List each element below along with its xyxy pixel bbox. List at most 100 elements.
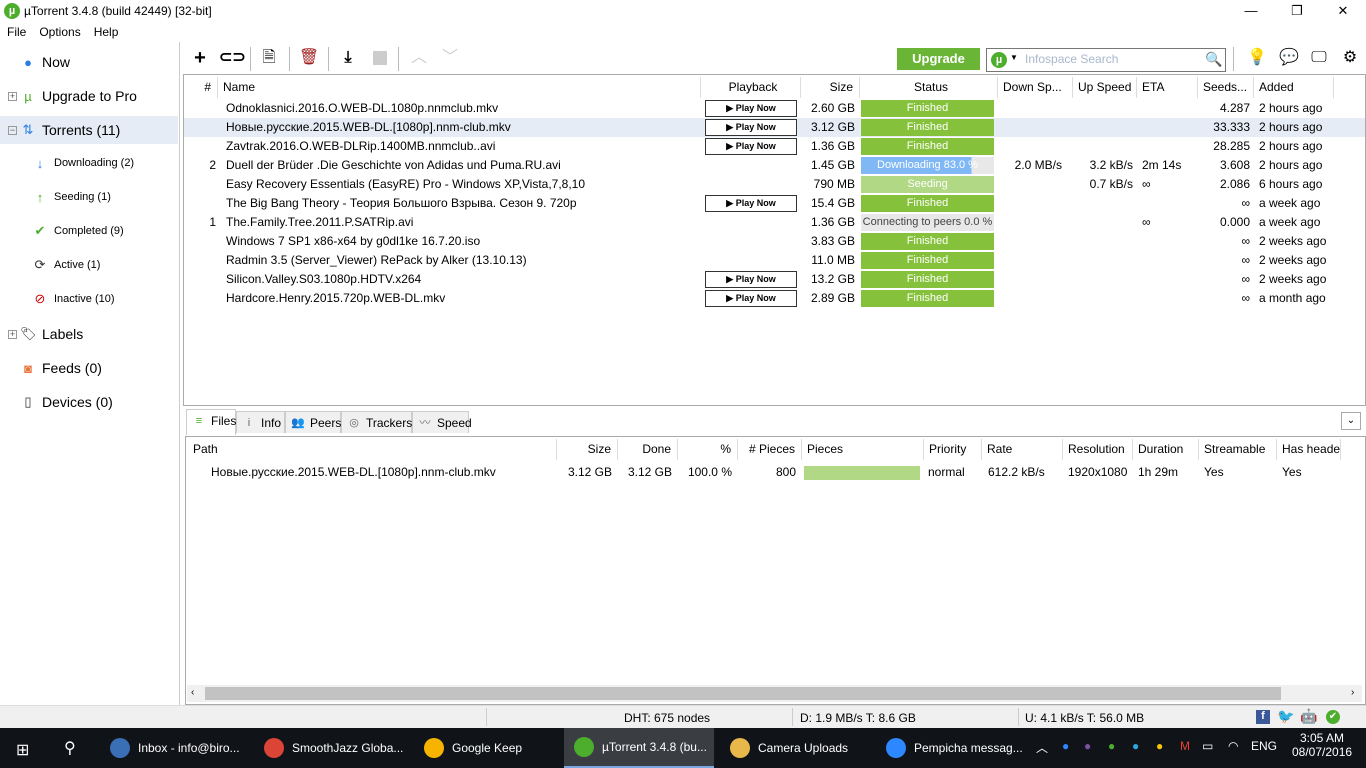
tab-info[interactable]: i Info	[236, 411, 285, 433]
expand-toggle-icon[interactable]: +	[8, 91, 17, 101]
sidebar-item[interactable]: ● Now	[0, 48, 178, 76]
utorrent-tray-icon[interactable]: ●	[1108, 739, 1115, 753]
tab-files[interactable]: ≡ Files	[186, 409, 236, 435]
torrent-row[interactable]: Hardcore.Henry.2015.720p.WEB-DL.mkv ▶ Pla…	[184, 289, 1365, 308]
taskbar-app[interactable]: Camera Uploads	[720, 728, 870, 768]
close-button[interactable]: ✕	[1320, 0, 1366, 22]
play-now-button[interactable]: ▶ Play Now	[705, 100, 797, 117]
menu-options[interactable]: Options	[32, 22, 86, 39]
minimize-button[interactable]: —	[1228, 0, 1274, 22]
messenger-tray-icon[interactable]: ●	[1062, 739, 1069, 753]
taskbar-app[interactable]: Pempicha messag...	[876, 728, 1028, 768]
tab-speed[interactable]: 〰 Speed	[412, 411, 472, 433]
add-torrent-icon[interactable]: +	[189, 48, 211, 68]
sidebar-item[interactable]: ↓ Downloading (2)	[0, 149, 178, 177]
torrent-row[interactable]: Odnoklasnici.2016.O.WEB-DL.1080p.nnmclub…	[184, 99, 1365, 118]
scroll-left-icon[interactable]: ‹	[191, 687, 194, 698]
create-torrent-icon[interactable]: 🗎	[258, 48, 280, 68]
gmail-tray-icon[interactable]: M	[1180, 739, 1190, 753]
torrent-row[interactable]: 1 The.Family.Tree.2011.P.SATRip.avi 1.36 G…	[184, 213, 1365, 232]
torrent-row[interactable]: Easy Recovery Essentials (EasyRE) Pro - …	[184, 175, 1365, 194]
move-down-icon[interactable]: ﹀	[439, 48, 461, 68]
battery-icon[interactable]: ▭	[1202, 739, 1213, 753]
add-link-icon[interactable]: ⊂⊃	[219, 48, 246, 68]
play-now-button[interactable]: ▶ Play Now	[705, 290, 797, 307]
sidebar-item[interactable]: ↑ Seeding (1)	[0, 183, 178, 211]
file-column-header[interactable]: Done	[618, 439, 678, 460]
viber-tray-icon[interactable]: ●	[1084, 739, 1091, 753]
torrent-row[interactable]: Silicon.Valley.S03.1080p.HDTV.x264 ▶ Play…	[184, 270, 1365, 289]
expand-toggle-icon[interactable]: −	[8, 125, 17, 135]
sidebar-item[interactable]: + µ Upgrade to Pro	[0, 82, 178, 110]
wifi-icon[interactable]: ◠	[1228, 739, 1238, 753]
facebook-icon[interactable]: f	[1256, 710, 1270, 724]
file-row[interactable]: Новые.русские.2015.WEB-DL.[1080p].nnm-cl…	[186, 463, 1366, 482]
taskbar-app[interactable]: Google Keep	[414, 728, 559, 768]
column-header[interactable]: Size	[801, 77, 860, 98]
file-column-header[interactable]: Duration	[1133, 439, 1199, 460]
column-header[interactable]: Playback	[701, 77, 801, 98]
file-column-header[interactable]: Priority	[924, 439, 982, 460]
taskbar-app[interactable]: µTorrent 3.4.8 (bu...	[564, 728, 714, 768]
sidebar-item[interactable]: ◙ Feeds (0)	[0, 354, 178, 382]
scroll-right-icon[interactable]: ›	[1351, 687, 1354, 698]
column-header[interactable]: Status	[860, 77, 998, 98]
file-column-header[interactable]: Streamable	[1199, 439, 1277, 460]
play-now-button[interactable]: ▶ Play Now	[705, 195, 797, 212]
sidebar-item[interactable]: + 🏷 Labels	[0, 320, 178, 348]
file-column-header[interactable]: # Pieces	[738, 439, 802, 460]
download-icon[interactable]: ⤓	[337, 48, 359, 68]
search-icon[interactable]: ⚲	[64, 738, 76, 758]
lightbulb-icon[interactable]: 💡	[1246, 48, 1268, 68]
column-header[interactable]: Down Sp...	[998, 77, 1073, 98]
sidebar-item[interactable]: ⊘ Inactive (10)	[0, 285, 178, 313]
column-header[interactable]: Added	[1254, 77, 1334, 98]
tab-peers[interactable]: 👥 Peers	[285, 411, 341, 433]
torrent-row[interactable]: Новые.русские.2015.WEB-DL.[1080p].nnm-cl…	[184, 118, 1365, 137]
chat-icon[interactable]: 💬	[1278, 48, 1300, 68]
file-column-header[interactable]: Resolution	[1063, 439, 1133, 460]
delete-icon[interactable]: 🗑	[298, 48, 320, 68]
tab-trackers[interactable]: ◎ Trackers	[341, 411, 412, 433]
torrent-row[interactable]: Zavtrak.2016.O.WEB-DLRip.1400MB.nnmclub.…	[184, 137, 1365, 156]
keep-tray-icon[interactable]: ●	[1156, 739, 1163, 753]
windows-start-icon[interactable]: ⊞	[16, 740, 29, 760]
chevron-down-icon[interactable]: ▼	[1010, 53, 1018, 62]
horizontal-scrollbar[interactable]: ‹ ›	[187, 685, 1362, 702]
android-icon[interactable]: 🤖	[1300, 708, 1317, 725]
menu-file[interactable]: File	[0, 22, 32, 39]
stop-icon[interactable]	[369, 48, 391, 68]
file-column-header[interactable]: Pieces	[802, 439, 924, 460]
language-indicator[interactable]: ENG	[1251, 739, 1277, 753]
upgrade-button[interactable]: Upgrade	[897, 48, 980, 70]
telegram-tray-icon[interactable]: ●	[1132, 739, 1139, 753]
move-up-icon[interactable]: ︿	[408, 48, 430, 68]
sidebar-item[interactable]: ✔ Completed (9)	[0, 217, 178, 245]
search-provider-icon[interactable]: µ	[991, 52, 1007, 68]
scrollbar-thumb[interactable]	[205, 687, 1281, 700]
gear-icon[interactable]: ⚙	[1339, 48, 1361, 68]
play-now-button[interactable]: ▶ Play Now	[705, 271, 797, 288]
column-header[interactable]: Name	[218, 77, 701, 98]
expand-toggle-icon[interactable]: +	[8, 329, 17, 339]
file-column-header[interactable]: Size	[557, 439, 618, 460]
file-column-header[interactable]: Path	[188, 439, 557, 460]
sidebar-item[interactable]: − ⇅ Torrents (11)	[0, 116, 178, 144]
taskbar-app[interactable]: Inbox - info@biro...	[100, 728, 250, 768]
column-header[interactable]: ETA	[1137, 77, 1198, 98]
status-ok-icon[interactable]: ✔	[1326, 710, 1340, 724]
search-input[interactable]	[1025, 52, 1195, 66]
search-icon[interactable]: 🔍	[1205, 51, 1222, 68]
menu-help[interactable]: Help	[87, 22, 125, 39]
torrent-row[interactable]: The Big Bang Theory - Теория Большого Вз…	[184, 194, 1365, 213]
column-header[interactable]: Seeds...	[1198, 77, 1254, 98]
sidebar-item[interactable]: ⟳ Active (1)	[0, 251, 178, 279]
sidebar-item[interactable]: ▯ Devices (0)	[0, 388, 178, 416]
maximize-button[interactable]: ❐	[1274, 0, 1320, 22]
play-now-button[interactable]: ▶ Play Now	[705, 138, 797, 155]
torrent-row[interactable]: Radmin 3.5 (Server_Viewer) RePack by Alk…	[184, 251, 1365, 270]
column-header[interactable]: Up Speed	[1073, 77, 1137, 98]
torrent-row[interactable]: 2 Duell der Brüder .Die Geschichte von Ad…	[184, 156, 1365, 175]
file-column-header[interactable]: Rate	[982, 439, 1063, 460]
file-column-header[interactable]: %	[678, 439, 738, 460]
